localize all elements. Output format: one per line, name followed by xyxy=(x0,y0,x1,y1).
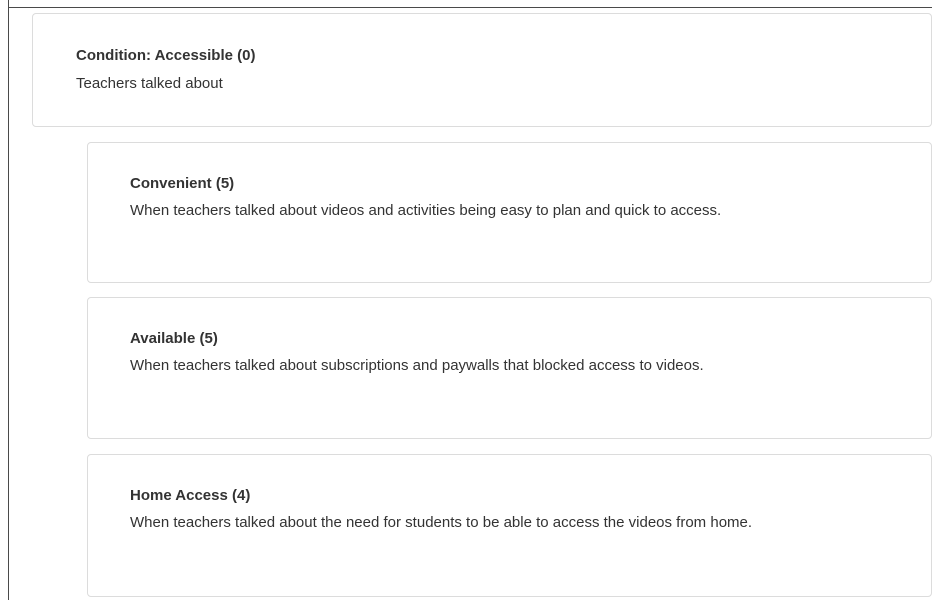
code-title: Home Access (4) xyxy=(130,487,251,504)
code-card-home-access: Home Access (4) When teachers talked abo… xyxy=(87,454,932,597)
frame-top-border xyxy=(8,7,932,8)
code-card-convenient: Convenient (5) When teachers talked abou… xyxy=(87,142,932,283)
code-description: When teachers talked about the need for … xyxy=(130,514,753,531)
code-title: Available (5) xyxy=(130,330,218,347)
condition-card: Condition: Accessible (0) Teachers talke… xyxy=(32,13,932,127)
condition-description: Teachers talked about xyxy=(76,75,223,92)
code-description: When teachers talked about subscriptions… xyxy=(130,357,704,374)
condition-title: Condition: Accessible (0) xyxy=(76,47,256,64)
code-card-available: Available (5) When teachers talked about… xyxy=(87,297,932,439)
code-description: When teachers talked about videos and ac… xyxy=(130,202,722,219)
code-title: Convenient (5) xyxy=(130,175,235,192)
frame-left-border xyxy=(8,0,9,600)
